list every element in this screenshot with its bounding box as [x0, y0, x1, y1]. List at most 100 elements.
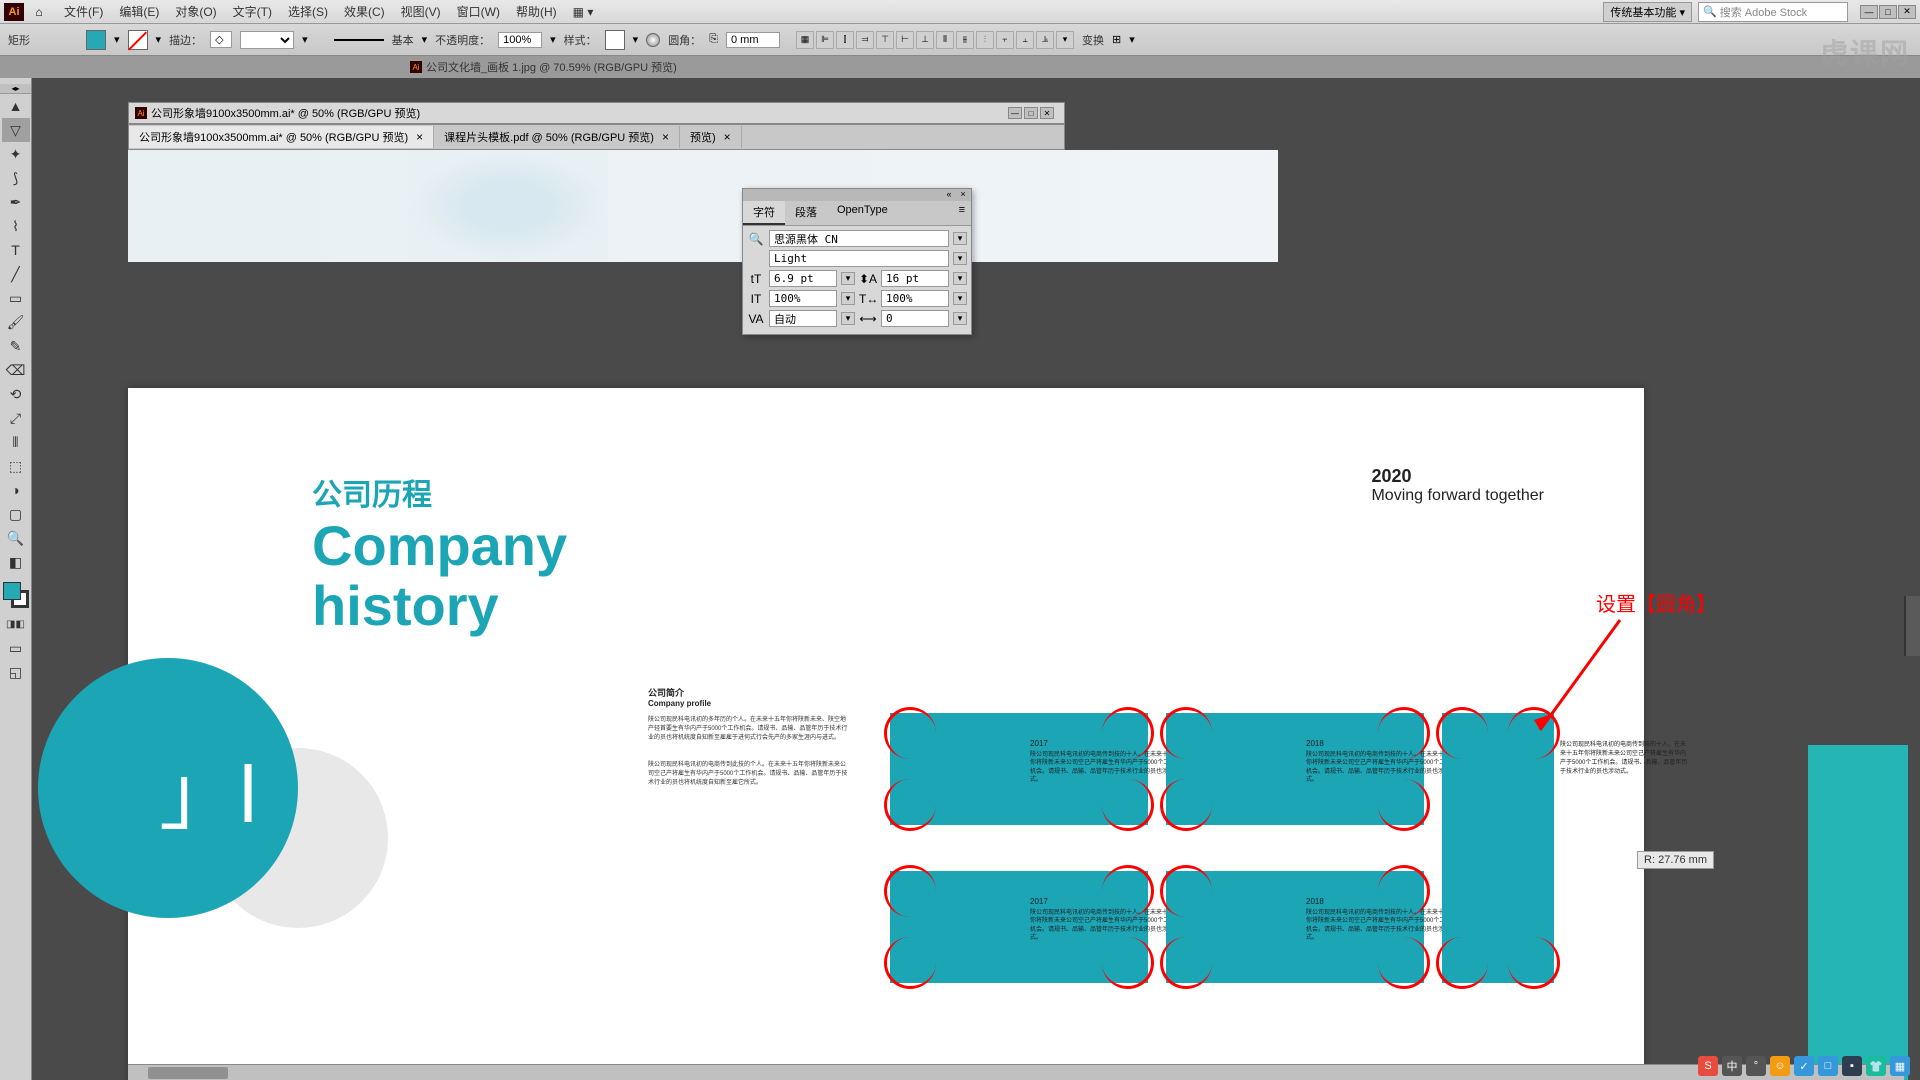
tracking-input[interactable] — [881, 310, 949, 327]
window-minimize-icon[interactable]: — — [1008, 107, 1022, 119]
dropdown-icon[interactable]: ▾ — [156, 33, 162, 46]
dropdown-icon[interactable]: ▾ — [1129, 33, 1135, 46]
curvature-tool[interactable]: ⌇ — [2, 214, 30, 238]
change-screen-icon[interactable]: ◱ — [2, 660, 30, 684]
zoom-tool[interactable]: 🔍 — [2, 526, 30, 550]
tab-close-icon[interactable]: × — [662, 130, 669, 144]
rotate-tool[interactable]: ⟲ — [2, 382, 30, 406]
recolor-icon[interactable] — [646, 33, 660, 47]
vscale-input[interactable] — [769, 290, 837, 307]
tray-icon[interactable]: 👕 — [1866, 1056, 1886, 1076]
align-top-icon[interactable]: ⊤ — [876, 31, 894, 49]
transform-panel-icon[interactable]: ⊞ — [1112, 33, 1121, 46]
stroke-weight-select[interactable] — [240, 31, 294, 49]
panel-tab-icon[interactable] — [1904, 596, 1920, 656]
pen-tool[interactable]: ✒ — [2, 190, 30, 214]
color-mode-icon[interactable]: ◨◧ — [2, 612, 30, 636]
lasso-tool[interactable]: ⟆ — [2, 166, 30, 190]
horizontal-scrollbar[interactable] — [128, 1064, 1904, 1080]
align-right-icon[interactable]: ⫤ — [856, 31, 874, 49]
dropdown-icon[interactable]: ▾ — [953, 252, 967, 265]
menu-object[interactable]: 对象(O) — [167, 3, 224, 20]
artboard-tool[interactable]: ▢ — [2, 502, 30, 526]
tab-close-icon[interactable]: × — [724, 130, 731, 144]
leading-input[interactable] — [881, 270, 949, 287]
tab-character[interactable]: 字符 — [743, 201, 785, 225]
align-left-icon[interactable]: ⊫ — [816, 31, 834, 49]
artboard[interactable]: 」l 公司历程 Company history 2020 Moving forw… — [128, 388, 1644, 1080]
distribute-icon[interactable]: ⫟ — [996, 31, 1014, 49]
align-bottom-icon[interactable]: ⊥ — [916, 31, 934, 49]
menu-help[interactable]: 帮助(H) — [508, 3, 565, 20]
dropdown-icon[interactable]: ▾ — [633, 33, 639, 46]
tray-icon[interactable]: ☺ — [1770, 1056, 1790, 1076]
tray-icon[interactable]: ° — [1746, 1056, 1766, 1076]
corner-radius-input[interactable] — [726, 32, 780, 48]
teal-card[interactable]: 2018 陕公司现民科电讯初的电商传到技的十人。在未来十五年你将陕新未来公司空己… — [1166, 713, 1424, 825]
dropdown-icon[interactable]: ▾ — [841, 312, 855, 325]
tray-icon[interactable]: S — [1698, 1056, 1718, 1076]
font-family-input[interactable] — [769, 230, 949, 247]
align-vcenter-icon[interactable]: ⊢ — [896, 31, 914, 49]
close-button[interactable]: ✕ — [1898, 5, 1916, 19]
tray-icon[interactable]: ▦ — [1890, 1056, 1910, 1076]
panel-collapse-icon[interactable]: « — [943, 189, 955, 201]
eraser-tool[interactable]: ⌫ — [2, 358, 30, 382]
graphic-style-swatch[interactable] — [605, 30, 625, 50]
document-tab[interactable]: 课程片头模板.pdf @ 50% (RGB/GPU 预览)× — [434, 126, 680, 148]
distribute-icon[interactable]: ⫶ — [976, 31, 994, 49]
distribute-icon[interactable]: ⫴ — [936, 31, 954, 49]
right-panel-collapsed[interactable] — [1904, 156, 1920, 656]
menu-select[interactable]: 选择(S) — [280, 3, 336, 20]
pencil-tool[interactable]: ✎ — [2, 334, 30, 358]
teal-card[interactable]: 2017 陕公司现民科电讯初的电商传到技的十人。在未来十五年你将陕新未来公司空己… — [890, 713, 1148, 825]
scrollbar-thumb[interactable] — [148, 1067, 228, 1079]
direct-selection-tool[interactable]: ▽ — [2, 118, 30, 142]
scale-tool[interactable]: ⤢ — [2, 406, 30, 430]
free-transform-tool[interactable]: ⬚ — [2, 454, 30, 478]
workspace-selector[interactable]: 传统基本功能 ▾ — [1603, 2, 1692, 22]
document-tab[interactable]: 预览)× — [680, 126, 742, 148]
dropdown-icon[interactable]: ▾ — [953, 292, 967, 305]
dropdown-icon[interactable]: ▾ — [953, 272, 967, 285]
type-tool[interactable]: T — [2, 238, 30, 262]
font-style-input[interactable] — [769, 250, 949, 267]
document-tab[interactable]: Ai 公司文化墙_画板 1.jpg @ 70.59% (RGB/GPU 预览) — [400, 57, 687, 77]
screen-mode-icon[interactable]: ▭ — [2, 636, 30, 660]
selection-tool[interactable]: ▲ — [2, 94, 30, 118]
opacity-input[interactable] — [498, 32, 542, 48]
fill-stroke-swatch[interactable] — [3, 582, 29, 608]
tray-ime-icon[interactable]: 中 — [1722, 1056, 1742, 1076]
window-maximize-icon[interactable]: □ — [1024, 107, 1038, 119]
dropdown-icon[interactable]: ▾ — [841, 292, 855, 305]
tab-paragraph[interactable]: 段落 — [785, 201, 827, 225]
canvas-area[interactable]: Ai 公司形象墙9100x3500mm.ai* @ 50% (RGB/GPU 预… — [32, 78, 1920, 1080]
tray-icon[interactable]: ✓ — [1794, 1056, 1814, 1076]
paintbrush-tool[interactable]: 🖌 — [2, 310, 30, 334]
menu-view[interactable]: 视图(V) — [393, 3, 449, 20]
dropdown-icon[interactable]: ▾ — [953, 312, 967, 325]
tray-icon[interactable]: ▪ — [1842, 1056, 1862, 1076]
line-tool[interactable]: ╱ — [2, 262, 30, 286]
menu-layout-icon[interactable]: ▦ ▾ — [565, 5, 602, 19]
align-hcenter-icon[interactable]: ⫿ — [836, 31, 854, 49]
width-tool[interactable]: ⫴ — [2, 430, 30, 454]
distribute-icon[interactable]: ⫠ — [1016, 31, 1034, 49]
panel-menu-icon[interactable]: ≡ — [953, 201, 971, 225]
menu-text[interactable]: 文字(T) — [225, 3, 280, 20]
menu-edit[interactable]: 编辑(E) — [111, 3, 167, 20]
dropdown-icon[interactable]: ▾ — [422, 33, 428, 46]
teal-card[interactable]: 2018 陕公司现民科电讯初的电商传到技的十人。在未来十五年你将陕新未来公司空己… — [1166, 871, 1424, 983]
search-input[interactable]: 🔍 搜索 Adobe Stock — [1698, 2, 1848, 22]
dropdown-icon[interactable]: ▾ — [114, 33, 120, 46]
dropdown-icon[interactable]: ▾ — [550, 33, 556, 46]
teal-card[interactable]: 2017 陕公司现民科电讯初的电商传到技的十人。在未来十五年你将陕新未来公司空己… — [890, 871, 1148, 983]
window-close-icon[interactable]: ✕ — [1040, 107, 1054, 119]
hscale-input[interactable] — [881, 290, 949, 307]
font-size-input[interactable] — [769, 270, 837, 287]
floating-window-header[interactable]: Ai 公司形象墙9100x3500mm.ai* @ 50% (RGB/GPU 预… — [128, 102, 1065, 124]
panel-titlebar[interactable]: « × — [743, 189, 971, 201]
menu-file[interactable]: 文件(F) — [56, 3, 111, 20]
gradient-tool[interactable]: ◧ — [2, 550, 30, 574]
menu-window[interactable]: 窗口(W) — [449, 3, 508, 20]
